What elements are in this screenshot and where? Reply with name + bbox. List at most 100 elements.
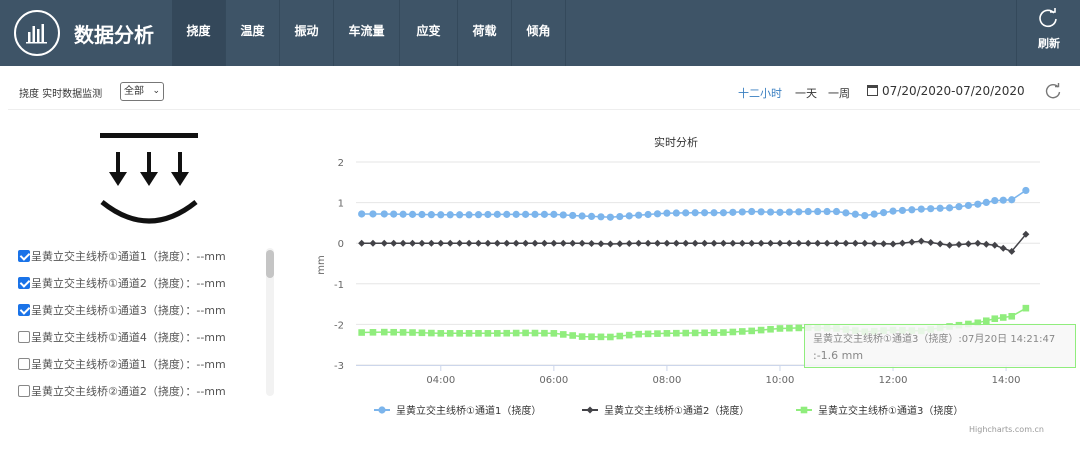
data-point <box>474 239 482 247</box>
channel-item[interactable]: 呈黄立交主线桥①通道1（挠度）：--mm <box>18 248 226 274</box>
data-point <box>409 239 417 247</box>
channel-checkbox[interactable] <box>18 385 30 397</box>
data-point <box>795 208 803 216</box>
data-point <box>653 210 662 218</box>
range-12h-button[interactable]: 十二小时 <box>738 85 782 101</box>
data-point <box>999 196 1007 204</box>
channel-label: 呈黄立交主线桥②通道2（挠度）：--mm <box>31 385 226 398</box>
tab-deflection[interactable]: 挠度 <box>172 0 226 66</box>
channel-item[interactable]: 呈黄立交主线桥②通道1（挠度）：--mm <box>18 356 226 382</box>
channel-item[interactable]: 呈黄立交主线桥①通道3（挠度）：--mm <box>18 302 226 328</box>
data-point <box>465 330 473 337</box>
data-point <box>399 329 407 336</box>
data-point <box>380 239 388 247</box>
data-point <box>531 329 539 337</box>
channel-item[interactable]: 呈黄立交主线桥①通道4（挠度）：--mm <box>18 329 226 355</box>
data-point <box>691 209 699 217</box>
data-point <box>757 239 765 247</box>
calendar-icon[interactable] <box>867 85 878 96</box>
channel-scrollbar[interactable] <box>266 248 274 396</box>
channel-checkbox[interactable] <box>18 277 30 289</box>
data-point <box>531 239 539 247</box>
data-point <box>437 211 445 219</box>
scope-select[interactable]: 全部 ⌄ <box>120 82 164 101</box>
x-tick-label: 06:00 <box>539 375 568 386</box>
data-point <box>663 209 671 217</box>
data-point <box>587 212 596 221</box>
data-point <box>719 209 728 217</box>
data-point <box>616 332 624 340</box>
data-point <box>427 211 435 219</box>
legend-label: 呈黄立交主线桥①通道3（挠度） <box>818 404 963 417</box>
tab-temperature[interactable]: 温度 <box>226 0 280 66</box>
chevron-down-icon: ⌄ <box>152 86 160 96</box>
data-point <box>672 239 680 247</box>
chart-credits: Highcharts.com.cn <box>969 425 1044 434</box>
channel-checkbox[interactable] <box>18 358 30 370</box>
data-point <box>999 244 1007 252</box>
data-point <box>578 212 586 220</box>
app-header: 数据分析 挠度 温度 振动 车流量 应变 荷载 倾角 刷新 <box>0 0 1080 66</box>
data-point <box>964 201 972 210</box>
legend-label: 呈黄立交主线桥①通道1（挠度） <box>396 404 541 417</box>
range-1w-button[interactable]: 一周 <box>828 85 850 101</box>
data-point <box>880 240 888 248</box>
refresh-label: 刷新 <box>1038 37 1060 50</box>
tab-vibration[interactable]: 振动 <box>280 0 334 66</box>
data-point <box>427 239 435 247</box>
date-range-picker[interactable]: 07/20/2020-07/20/2020 <box>882 84 1025 98</box>
tab-strain[interactable]: 应变 <box>400 0 458 66</box>
data-point <box>991 196 999 205</box>
tab-traffic[interactable]: 车流量 <box>334 0 400 66</box>
data-point <box>588 333 595 341</box>
data-point <box>1008 312 1016 320</box>
data-point <box>672 209 680 217</box>
data-point <box>625 239 633 247</box>
y-tick-label: -2 <box>334 320 344 331</box>
tab-tilt[interactable]: 倾角 <box>512 0 566 66</box>
data-point <box>786 324 793 332</box>
reload-icon[interactable] <box>1044 82 1062 100</box>
channel-item[interactable]: 呈黄立交主线桥①通道2（挠度）：--mm <box>18 275 226 301</box>
data-point <box>748 239 756 247</box>
data-point <box>390 239 398 247</box>
data-point <box>446 239 454 247</box>
data-point <box>720 329 727 336</box>
data-point <box>974 200 982 208</box>
channel-checkbox[interactable] <box>18 304 30 316</box>
data-point <box>738 208 746 216</box>
data-point <box>644 210 652 219</box>
data-point <box>456 239 464 247</box>
scroll-thumb[interactable] <box>266 250 274 278</box>
y-tick-label: 2 <box>338 158 344 169</box>
data-point <box>559 331 567 338</box>
data-point <box>474 211 483 219</box>
data-point <box>701 329 708 337</box>
data-point <box>842 239 850 247</box>
channel-label: 呈黄立交主线桥①通道4（挠度）：--mm <box>31 331 226 344</box>
data-point <box>832 207 841 216</box>
x-tick-label: 04:00 <box>426 375 455 386</box>
data-point <box>748 327 756 335</box>
data-point <box>437 239 445 247</box>
channel-item[interactable]: 呈黄立交主线桥②通道2（挠度）：--mm <box>18 383 226 398</box>
data-point <box>804 239 812 247</box>
data-point <box>408 210 417 218</box>
tooltip-title: 呈黄立交主线桥①通道3（挠度）:07月20日 14:21:47 <box>813 334 1056 345</box>
data-point <box>917 205 925 213</box>
data-point <box>889 207 897 215</box>
data-point <box>409 329 416 336</box>
range-1d-button[interactable]: 一天 <box>795 85 817 101</box>
channel-checkbox[interactable] <box>18 331 30 343</box>
data-point <box>795 239 803 247</box>
x-tick-label: 10:00 <box>766 375 795 386</box>
data-point <box>999 314 1007 321</box>
tab-load[interactable]: 荷载 <box>458 0 512 66</box>
data-point <box>738 328 746 335</box>
data-point <box>757 208 765 216</box>
channel-checkbox[interactable] <box>18 250 30 262</box>
data-point <box>578 333 586 340</box>
refresh-button[interactable]: 刷新 <box>1016 0 1080 66</box>
data-point <box>380 328 388 336</box>
data-point <box>785 208 793 216</box>
